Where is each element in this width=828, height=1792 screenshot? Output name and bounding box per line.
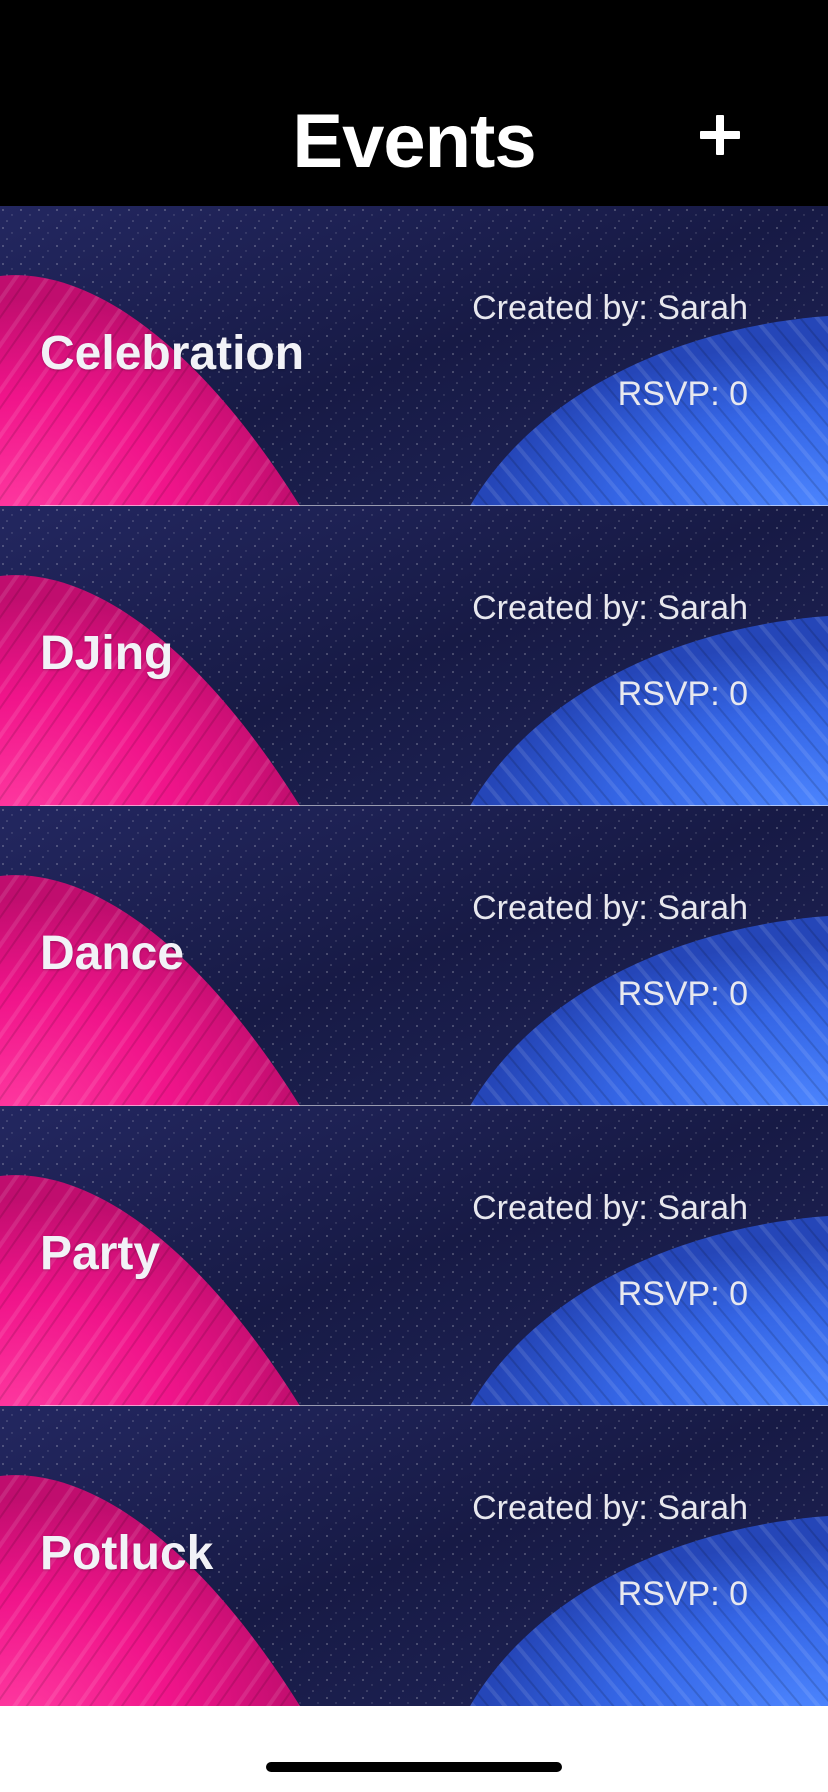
event-row-party[interactable]: Party Created by: Sarah RSVP: 0: [0, 1106, 828, 1406]
home-indicator[interactable]: [266, 1762, 562, 1772]
event-rsvp-count: RSVP: 0: [617, 1275, 748, 1313]
event-title: DJing: [40, 627, 174, 680]
event-row-potluck[interactable]: Potluck Created by: Sarah RSVP: 0: [0, 1406, 828, 1706]
event-rsvp-count: RSVP: 0: [617, 1575, 748, 1613]
event-row-dance[interactable]: Dance Created by: Sarah RSVP: 0: [0, 806, 828, 1106]
event-creator: Created by: Sarah: [472, 889, 748, 927]
event-creator: Created by: Sarah: [472, 589, 748, 627]
event-rsvp-count: RSVP: 0: [617, 375, 748, 413]
event-title: Party: [40, 1227, 161, 1280]
event-title: Dance: [40, 927, 185, 980]
header-bar: Events: [0, 0, 828, 206]
event-creator: Created by: Sarah: [472, 1489, 748, 1527]
add-event-button[interactable]: [690, 104, 750, 164]
event-title: Celebration: [40, 327, 305, 380]
event-row-djing[interactable]: DJing Created by: Sarah RSVP: 0: [0, 506, 828, 806]
event-creator: Created by: Sarah: [472, 289, 748, 327]
event-rsvp-count: RSVP: 0: [617, 975, 748, 1013]
event-rsvp-count: RSVP: 0: [617, 675, 748, 713]
events-list: Celebration Created by: Sarah RSVP: 0 DJ…: [0, 206, 828, 1706]
event-creator: Created by: Sarah: [472, 1189, 748, 1227]
event-row-celebration[interactable]: Celebration Created by: Sarah RSVP: 0: [0, 206, 828, 506]
event-title: Potluck: [40, 1527, 214, 1580]
